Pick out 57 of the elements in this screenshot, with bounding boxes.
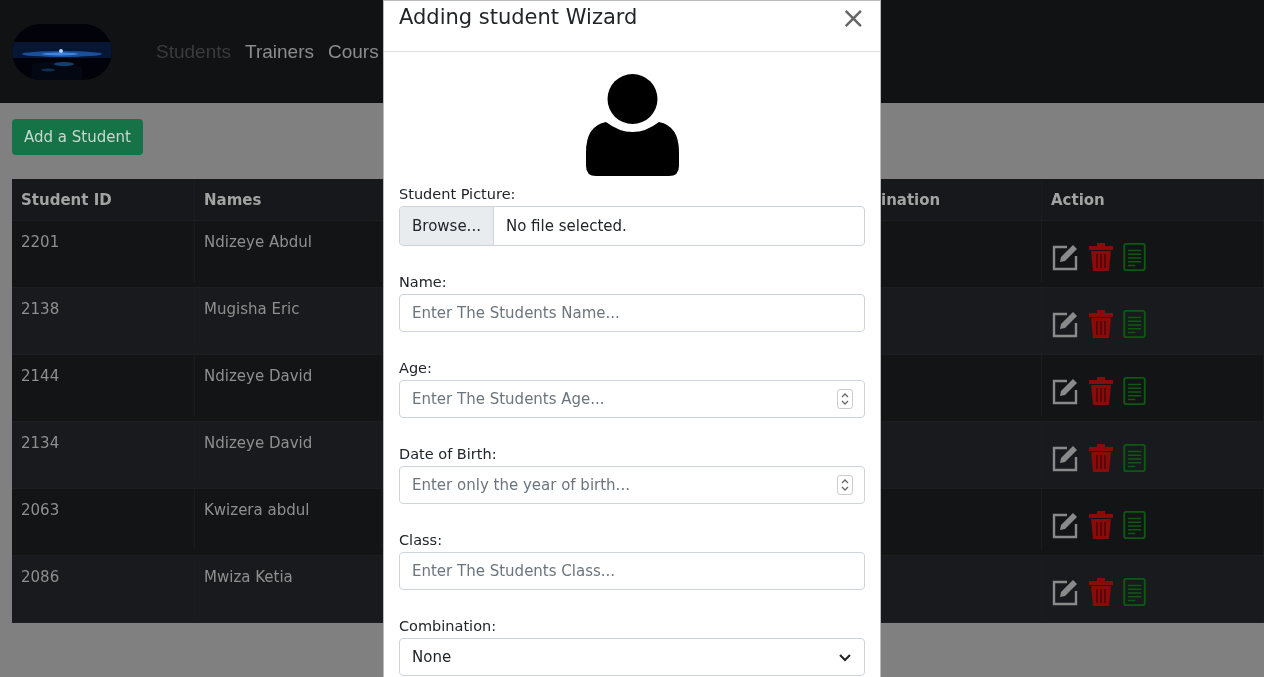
trash-icon[interactable] xyxy=(1087,242,1115,271)
browse-button[interactable]: Browse... xyxy=(400,207,494,245)
number-field[interactable]: Enter The Students Age... xyxy=(399,380,865,418)
field-label: Class: xyxy=(399,532,444,549)
table-cell: Ndizeye David xyxy=(204,434,313,452)
field-label: Name: xyxy=(399,274,448,291)
trash-icon[interactable] xyxy=(1087,309,1115,338)
input-field[interactable]: Enter The Students Name... xyxy=(399,294,865,332)
add-student-button[interactable]: Add a Student xyxy=(12,119,143,155)
edit-icon[interactable] xyxy=(1051,242,1079,271)
input-field[interactable]: Enter The Students Class... xyxy=(399,552,865,590)
table-cell: 2138 xyxy=(21,300,60,318)
column-header: Student ID xyxy=(21,191,112,209)
field-label: Student Picture: xyxy=(399,186,517,203)
nav-link[interactable]: Cours xyxy=(328,40,379,63)
table-cell: 2134 xyxy=(21,434,60,452)
file-input[interactable]: Browse... No file selected. xyxy=(399,206,865,246)
edit-icon[interactable] xyxy=(1051,577,1079,606)
table-cell: Mwiza Ketia xyxy=(204,568,293,586)
table-cell: Ndizeye David xyxy=(204,367,313,385)
table-cell: Mugisha Eric xyxy=(204,300,300,318)
table-cell: 2063 xyxy=(21,501,60,519)
trash-icon[interactable] xyxy=(1087,443,1115,472)
table-cell: Kwizera abdul xyxy=(204,501,310,519)
spinner-icon[interactable] xyxy=(837,389,853,409)
edit-icon[interactable] xyxy=(1051,309,1079,338)
field-label: Date of Birth: xyxy=(399,446,498,463)
column-header: Action xyxy=(1051,191,1105,209)
edit-icon[interactable] xyxy=(1051,510,1079,539)
table-cell: 2144 xyxy=(21,367,60,385)
document-icon[interactable] xyxy=(1123,309,1146,338)
table-cell: Ndizeye Abdul xyxy=(204,233,312,251)
nav-link[interactable]: Trainers xyxy=(245,40,314,63)
spinner-icon[interactable] xyxy=(837,475,853,495)
column-header: Names xyxy=(204,191,262,209)
select-field[interactable]: None xyxy=(399,638,865,676)
edit-icon[interactable] xyxy=(1051,376,1079,405)
trash-icon[interactable] xyxy=(1087,510,1115,539)
document-icon[interactable] xyxy=(1123,577,1146,606)
edit-icon[interactable] xyxy=(1051,443,1079,472)
document-icon[interactable] xyxy=(1123,242,1146,271)
document-icon[interactable] xyxy=(1123,376,1146,405)
trash-icon[interactable] xyxy=(1087,376,1115,405)
trash-icon[interactable] xyxy=(1087,577,1115,606)
table-cell: 2086 xyxy=(21,568,60,586)
chevron-down-icon[interactable] xyxy=(838,652,852,662)
column-header: ination xyxy=(881,191,941,209)
document-icon[interactable] xyxy=(1123,443,1146,472)
field-label: Age: xyxy=(399,360,433,377)
table-cell: 2201 xyxy=(21,233,60,251)
close-button[interactable]: × xyxy=(840,3,866,33)
file-name: No file selected. xyxy=(504,216,627,237)
document-icon[interactable] xyxy=(1123,510,1146,539)
user-icon xyxy=(585,74,679,176)
field-label: Combination: xyxy=(399,618,498,635)
number-field[interactable]: Enter only the year of birth... xyxy=(399,466,865,504)
modal-title: Adding student Wizard xyxy=(399,5,638,29)
